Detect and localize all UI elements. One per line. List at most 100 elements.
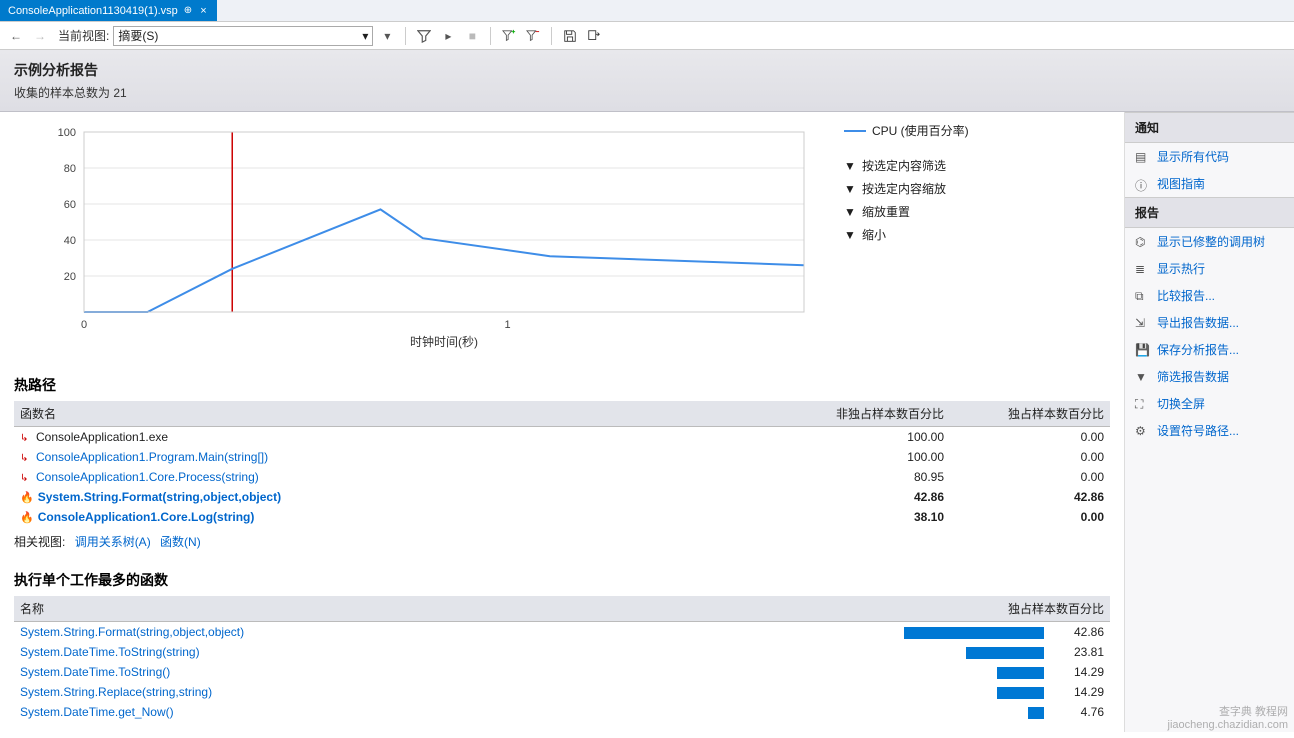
close-icon[interactable]: × [198,5,208,17]
legend-cpu-series: CPU (使用百分率) [844,122,969,139]
sidebar-item[interactable]: ≣显示热行 [1125,255,1294,282]
table-row[interactable]: System.DateTime.get_Now() 4.76 [14,702,1110,722]
filter-icon: ▼ [844,205,856,219]
sidebar-item[interactable]: ⚙设置符号路径... [1125,417,1294,444]
main-content: 2040608010001时钟时间(秒) CPU (使用百分率) ▼ 按选定内容… [0,112,1124,732]
sidebar-item[interactable]: ▼筛选报告数据 [1125,363,1294,390]
symbols-icon: ⚙ [1135,424,1149,438]
function-link[interactable]: System.String.Format(string,object,objec… [38,490,281,504]
zoom-out[interactable]: ▼ 缩小 [844,226,969,243]
tab-filename: ConsoleApplication1130419(1).vsp [8,5,178,17]
pin-icon[interactable]: ⊕ [184,5,192,16]
svg-text:0: 0 [81,319,87,331]
lines-icon: ≣ [1135,262,1149,276]
table-row[interactable]: ↳ConsoleApplication1.Program.Main(string… [14,447,1110,467]
notify-header: 通知 [1125,112,1294,143]
topfuncs-title: 执行单个工作最多的函数 [14,570,1110,590]
svg-text:100: 100 [58,127,76,139]
export-icon[interactable] [584,26,604,46]
svg-text:60: 60 [64,199,76,211]
branch-icon: ↳ [20,433,32,444]
filter-by-selection[interactable]: ▼ 按选定内容筛选 [844,157,969,174]
table-row[interactable]: 🔥ConsoleApplication1.Core.Log(string)38.… [14,507,1110,527]
report-header: 报告 [1125,197,1294,228]
sidebar-item[interactable]: ⓘ视图指南 [1125,170,1294,197]
function-link[interactable]: ConsoleApplication1.Program.Main(string[… [36,450,268,464]
report-header: 示例分析报告 收集的样本总数为 21 [0,50,1294,112]
function-link[interactable]: System.DateTime.get_Now() [20,705,174,719]
info-icon: ⓘ [1135,177,1149,191]
view-dropdown-button[interactable]: ▾ [377,26,397,46]
save-icon: 💾 [1135,343,1149,357]
function-link[interactable]: ConsoleApplication1.Core.Process(string) [36,470,259,484]
filter-icon[interactable] [414,26,434,46]
topfuncs-table: 名称 独占样本数百分比 System.String.Format(string,… [14,596,1110,722]
stop-icon[interactable]: ■ [462,26,482,46]
cpu-chart[interactable]: 2040608010001时钟时间(秒) [14,122,814,355]
table-row[interactable]: System.DateTime.ToString(string) 23.81 [14,642,1110,662]
chevron-down-icon: ▾ [362,29,368,43]
zoom-by-selection[interactable]: ▼ 按选定内容缩放 [844,180,969,197]
sidebar-item[interactable]: ⌬显示已修整的调用树 [1125,228,1294,255]
side-panel: 通知 ▤显示所有代码ⓘ视图指南 报告 ⌬显示已修整的调用树≣显示热行⧉比较报告.… [1124,112,1294,732]
hotpath-title: 热路径 [14,375,1110,395]
col-exclusive[interactable]: 独占样本数百分比 [898,596,1110,622]
play-icon[interactable]: ▸ [438,26,458,46]
separator [551,27,552,45]
nav-back-button[interactable]: ← [6,26,26,46]
col-exclusive[interactable]: 独占样本数百分比 [950,401,1110,427]
percentage-bar [997,667,1044,679]
table-row[interactable]: System.DateTime.ToString() 14.29 [14,662,1110,682]
separator [405,27,406,45]
fullscreen-icon: ⛶ [1135,397,1149,411]
col-name[interactable]: 函数名 [14,401,790,427]
tree-icon: ⌬ [1135,235,1149,249]
function-link[interactable]: System.DateTime.ToString() [20,665,170,679]
sidebar-item[interactable]: ⇲导出报告数据... [1125,309,1294,336]
reset-zoom[interactable]: ▼ 缩放重置 [844,203,969,220]
sidebar-item[interactable]: 💾保存分析报告... [1125,336,1294,363]
function-link[interactable]: System.String.Replace(string,string) [20,685,212,699]
percentage-bar [904,627,1044,639]
sidebar-item[interactable]: ⧉比较报告... [1125,282,1294,309]
related-calltree-link[interactable]: 调用关系树(A) [75,535,151,549]
hotpath-table: 函数名 非独占样本数百分比 独占样本数百分比 ↳ConsoleApplicati… [14,401,1110,527]
view-select[interactable]: 摘要(S) ▾ [113,26,373,46]
col-inclusive[interactable]: 非独占样本数百分比 [790,401,950,427]
report-subtitle: 收集的样本总数为 21 [14,84,1280,101]
chart-legend: CPU (使用百分率) ▼ 按选定内容筛选 ▼ 按选定内容缩放 ▼ 缩放重置 ▼… [844,122,969,355]
percentage-bar [1028,707,1044,719]
save-icon[interactable] [560,26,580,46]
table-row[interactable]: System.String.Format(string,object,objec… [14,622,1110,643]
svg-text:20: 20 [64,271,76,283]
report-title: 示例分析报告 [14,60,1280,80]
table-row[interactable]: ↳ ConsoleApplication1.Core.Process(string… [14,467,1110,487]
filter-remove-icon[interactable] [523,26,543,46]
function-link[interactable]: ConsoleApplication1.Core.Log(string) [38,510,255,524]
flame-icon: 🔥 [20,492,34,504]
filter-add-icon[interactable] [499,26,519,46]
chart-svg: 2040608010001时钟时间(秒) [14,122,814,352]
related-functions-link[interactable]: 函数(N) [160,535,201,549]
svg-text:时钟时间(秒): 时钟时间(秒) [410,334,478,349]
table-row[interactable]: 🔥 System.String.Format(string,object,obje… [14,487,1110,507]
function-link[interactable]: System.DateTime.ToString(string) [20,645,200,659]
col-name[interactable]: 名称 [14,596,898,622]
chart-row: 2040608010001时钟时间(秒) CPU (使用百分率) ▼ 按选定内容… [14,122,1110,355]
legend-label: CPU (使用百分率) [872,122,969,139]
branch-icon: ↳ [20,473,32,484]
function-link[interactable]: System.String.Format(string,object,objec… [20,625,244,639]
table-row[interactable]: ↳ConsoleApplication1.exe100.000.00 [14,427,1110,448]
sidebar-item[interactable]: ▤显示所有代码 [1125,143,1294,170]
document-tab[interactable]: ConsoleApplication1130419(1).vsp ⊕ × [0,0,217,21]
svg-text:1: 1 [504,319,510,331]
sidebar-item[interactable]: ⛶切换全屏 [1125,390,1294,417]
filter-icon: ▼ [1135,370,1149,384]
flame-icon: 🔥 [20,512,34,524]
svg-text:40: 40 [64,235,76,247]
view-select-value: 摘要(S) [118,27,158,44]
table-row[interactable]: System.String.Replace(string,string) 14.… [14,682,1110,702]
legend-line-icon [844,130,866,132]
nav-forward-button[interactable]: → [30,26,50,46]
toolbar: ← → 当前视图: 摘要(S) ▾ ▾ ▸ ■ [0,22,1294,50]
